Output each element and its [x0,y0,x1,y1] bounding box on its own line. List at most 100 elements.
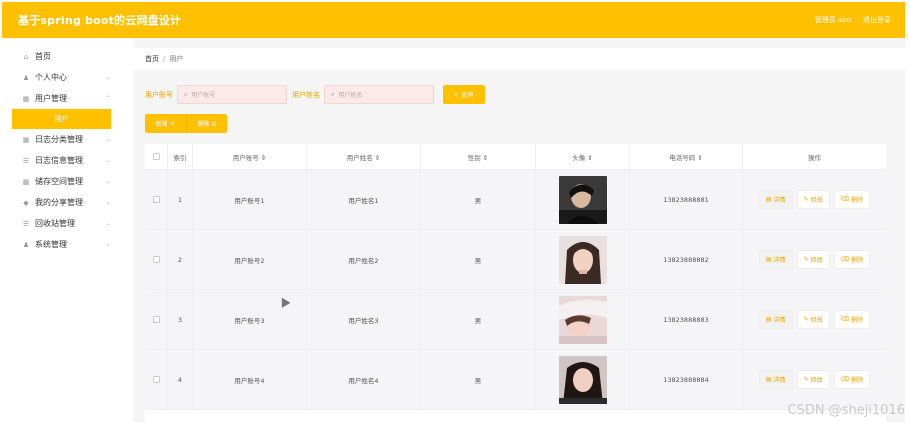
grid-icon: ▦ [22,94,30,103]
search-icon: ⌕ [331,90,335,98]
list-icon: ☰ [22,156,30,165]
user-icon: ♟ [22,240,30,249]
row-account: 用户账号1 [193,170,307,229]
sidebar-item-storage[interactable]: ▦ 储存空间管理 ⌄ [2,171,125,192]
pencil-icon: ✎ [803,196,809,203]
query-label: 查询 [461,92,474,99]
detail-label: 详情 [773,317,786,324]
row-phone: 13823888884 [630,350,743,409]
row-account: 用户账号2 [193,230,307,289]
sidebar-item-label: 日志分类管理 [35,135,83,144]
col-name[interactable]: 用户姓名 ⇕ [307,144,421,169]
sidebar-subitem-user[interactable]: 用户 [12,109,111,129]
col-avatar[interactable]: 头像 ⇕ [536,144,630,169]
select-all-checkbox[interactable] [152,153,160,160]
breadcrumb-separator: / [163,55,166,63]
detail-button[interactable]: ▤ 详情 [758,370,793,389]
edit-label: 修改 [810,197,823,204]
edit-label: 修改 [810,317,823,324]
name-search-input[interactable]: ⌕ 用户姓名 [324,85,434,104]
admin-label[interactable]: 管理员 abo [815,15,851,25]
trash-icon: ⌫ [840,316,850,323]
sidebar-item-recycle[interactable]: ☰ 回收站管理 ⌄ [2,213,125,234]
file-icon: ▤ [765,196,772,203]
account-label: 用户账号 [145,90,173,99]
row-check-cell [145,230,168,289]
delete-label: 删除 [851,317,864,324]
row-actions: ▤ 详情 ✎ 修改 ⌫ 删除 [743,350,886,409]
row-index: 1 [168,170,193,229]
col-account[interactable]: 用户账号 ⇕ [193,144,307,169]
file-icon: ▤ [765,256,772,263]
avatar[interactable] [558,235,607,284]
query-button[interactable]: ⌕ 查询 [443,85,485,104]
row-checkbox[interactable] [152,376,160,383]
row-name: 用户姓名1 [307,170,421,229]
name-placeholder: 用户姓名 [338,92,363,99]
logout-link[interactable]: 退出登录 [863,15,891,25]
delete-row-button[interactable]: ⌫ 删除 [833,310,871,329]
breadcrumb-home[interactable]: 首页 [145,54,159,64]
row-actions: ▤ 详情 ✎ 修改 ⌫ 删除 [743,170,886,229]
edit-button[interactable]: ✎ 修改 [796,370,830,389]
sidebar-item-label: 用户管理 [35,94,67,103]
row-checkbox[interactable] [152,256,160,263]
detail-button[interactable]: ▤ 详情 [758,190,793,209]
sidebar-item-label: 个人中心 [35,73,67,82]
edit-button[interactable]: ✎ 修改 [796,310,830,329]
row-name: 用户姓名3 [307,290,421,349]
delete-row-button[interactable]: ⌫ 删除 [833,250,871,269]
detail-label: 详情 [773,257,786,264]
delete-label: 删除 [851,377,864,384]
avatar[interactable] [558,175,607,224]
file-icon: ▤ [765,316,772,323]
account-placeholder: 用户账号 [191,92,216,99]
col-phone[interactable]: 电话号码 ⇕ [630,144,743,169]
pencil-icon: ✎ [803,256,809,263]
sidebar-item-home[interactable]: ⌂ 首页 [2,46,125,67]
row-account: 用户账号3 [193,290,307,349]
sidebar-item-share[interactable]: ◆ 我的分享管理 ⌄ [2,192,125,213]
chevron-down-icon: ⌄ [105,220,111,227]
row-gender: 男 [421,350,536,409]
pencil-icon: ✎ [803,376,809,383]
sidebar-item-log-info[interactable]: ☰ 日志信息管理 ⌄ [2,150,125,171]
delete-row-button[interactable]: ⌫ 删除 [833,190,871,209]
col-gender[interactable]: 性别 ⇕ [421,144,536,169]
account-search-input[interactable]: ⌕ 用户账号 [177,85,287,104]
detail-label: 详情 [773,197,786,204]
detail-button[interactable]: ▤ 详情 [758,250,793,269]
row-checkbox[interactable] [152,196,160,203]
edit-label: 修改 [810,377,823,384]
add-button[interactable]: 新增 ＋ [145,114,186,133]
sidebar-item-profile[interactable]: ♟ 个人中心 ⌄ [2,67,125,88]
row-account: 用户账号4 [193,350,307,409]
edit-button[interactable]: ✎ 修改 [796,250,830,269]
trash-icon: ⌫ [840,256,850,263]
table-row: 1 用户账号1 用户姓名1 男 13823888881 ▤ 详情 ✎ 修改 ⌫ 删除 [145,170,886,230]
edit-button[interactable]: ✎ 修改 [796,190,830,209]
avatar[interactable] [558,355,607,404]
row-phone: 13823888881 [630,170,743,229]
delete-row-button[interactable]: ⌫ 删除 [833,370,871,389]
chevron-down-icon: ⌄ [105,74,111,81]
chevron-down-icon: ⌄ [105,241,111,248]
sidebar-item-log-category[interactable]: ▦ 日志分类管理 ⌄ [2,129,125,150]
row-checkbox[interactable] [152,316,160,323]
detail-button[interactable]: ▤ 详情 [758,310,793,329]
avatar[interactable] [558,295,607,344]
sidebar-item-label: 储存空间管理 [35,177,83,186]
row-gender: 男 [421,230,536,289]
top-right: 管理员 abo 退出登录 [815,15,891,25]
delete-button[interactable]: 删除 ⊟ [186,114,227,133]
chevron-up-icon: ⌃ [105,95,111,102]
chevron-down-icon: ⌄ [105,136,111,143]
user-table: 索引 用户账号 ⇕ 用户姓名 ⇕ 性别 ⇕ 头像 ⇕ 电话号码 ⇕ 操作 1 用… [145,144,886,422]
sidebar-item-users[interactable]: ▦ 用户管理 ⌃ [2,88,125,109]
select-all-cell [145,144,168,169]
sidebar-item-system[interactable]: ♟ 系统管理 ⌄ [2,234,125,255]
detail-label: 详情 [773,377,786,384]
row-name: 用户姓名2 [307,230,421,289]
row-name: 用户姓名4 [307,350,421,409]
table-row: 2 用户账号2 用户姓名2 男 13823888882 ▤ 详情 ✎ 修改 ⌫ 删除 [145,230,886,290]
